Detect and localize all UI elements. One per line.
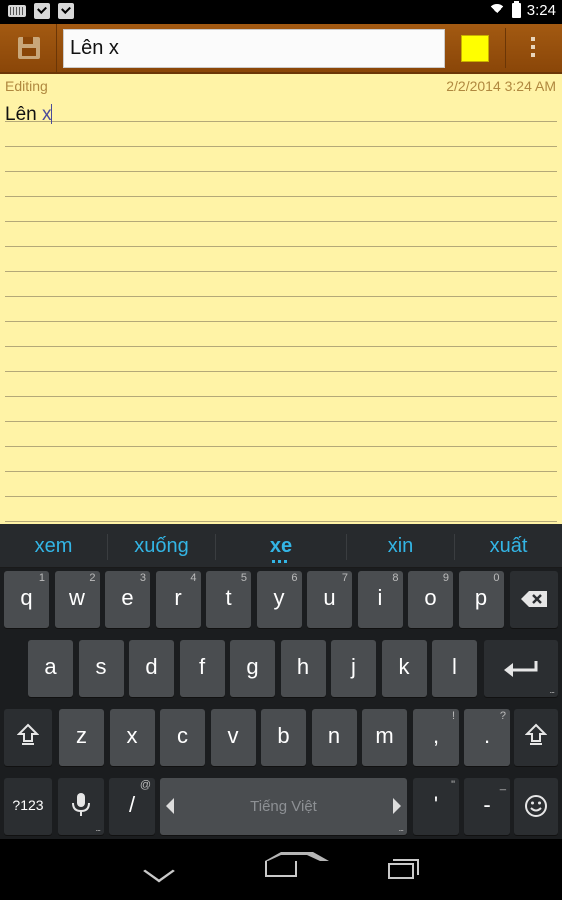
dash-key[interactable]: - _: [464, 778, 510, 835]
comma-key[interactable]: , !: [413, 709, 459, 766]
action-bar: [0, 24, 562, 74]
soft-keyboard: xem xuống xe xin xuất ... , ! . ? ?123 .…: [0, 524, 562, 839]
home-icon: [265, 852, 329, 877]
key-e[interactable]: e3: [105, 571, 150, 628]
recent-apps-icon: [388, 859, 419, 879]
suggestion-item[interactable]: xem: [0, 524, 107, 568]
key-m[interactable]: m: [362, 709, 407, 766]
overflow-menu-icon[interactable]: [520, 34, 546, 64]
checkbox-icon: [58, 3, 74, 19]
key-x[interactable]: x: [109, 709, 155, 766]
key-n[interactable]: n: [311, 709, 357, 766]
key-a[interactable]: a: [28, 640, 73, 697]
key-f[interactable]: f: [179, 640, 225, 697]
note-datetime: 2/2/2014 3:24 AM: [446, 78, 556, 94]
shift-key-left[interactable]: [4, 709, 52, 766]
key-v[interactable]: v: [210, 709, 256, 766]
key-q[interactable]: q1: [4, 571, 49, 628]
key-c[interactable]: c: [160, 709, 205, 766]
key-p[interactable]: p0: [458, 571, 504, 628]
note-title-input[interactable]: [63, 29, 445, 68]
voice-input-key[interactable]: ...: [58, 778, 104, 835]
backspace-icon: [521, 591, 547, 607]
suggestion-item[interactable]: xin: [347, 524, 454, 568]
note-editor[interactable]: Editing 2/2/2014 3:24 AM Lên x: [0, 74, 562, 524]
clock: 3:24: [526, 2, 556, 19]
key-u[interactable]: u7: [307, 571, 352, 628]
period-key[interactable]: . ?: [464, 709, 510, 766]
key-k[interactable]: k: [381, 640, 427, 697]
chevron-right-icon: [393, 798, 401, 814]
backspace-key[interactable]: [510, 571, 558, 628]
back-button[interactable]: [133, 853, 193, 885]
enter-key[interactable]: ...: [484, 640, 558, 697]
keyboard-icon: [8, 5, 26, 17]
checkbox-icon: [34, 3, 50, 19]
floppy-disk-icon: [18, 37, 40, 59]
key-d[interactable]: d: [129, 640, 174, 697]
suggestion-item[interactable]: xuất: [455, 524, 562, 568]
composing-text: x: [41, 104, 52, 125]
suggestion-item[interactable]: xuống: [108, 524, 215, 568]
key-j[interactable]: j: [331, 640, 376, 697]
navigation-bar: [0, 839, 562, 900]
key-l[interactable]: l: [432, 640, 477, 697]
key-o[interactable]: o9: [408, 571, 453, 628]
key-w[interactable]: w2: [54, 571, 100, 628]
shift-icon: [17, 723, 39, 745]
microphone-icon: [72, 793, 90, 816]
key-b[interactable]: b: [261, 709, 306, 766]
key-t[interactable]: t5: [206, 571, 251, 628]
back-icon: [143, 859, 175, 883]
emoji-key[interactable]: [514, 778, 558, 835]
key-r[interactable]: r4: [155, 571, 201, 628]
home-button[interactable]: [251, 852, 329, 885]
space-key[interactable]: Tiếng Việt ...: [160, 778, 407, 835]
suggestion-strip: xem xuống xe xin xuất: [0, 524, 562, 568]
battery-icon: [511, 1, 521, 18]
note-body-text[interactable]: Lên x: [5, 104, 53, 126]
wifi-icon: [487, 3, 506, 18]
emoji-icon: [525, 795, 547, 817]
key-g[interactable]: g: [230, 640, 275, 697]
symbols-key[interactable]: ?123: [4, 778, 52, 835]
recent-apps-button[interactable]: [370, 853, 430, 885]
text-cursor: [51, 104, 53, 124]
ruled-lines: [5, 97, 557, 524]
note-color-button[interactable]: [461, 35, 489, 62]
editing-status: Editing: [5, 78, 48, 94]
apostrophe-key[interactable]: ' ": [413, 778, 459, 835]
key-h[interactable]: h: [280, 640, 326, 697]
key-y[interactable]: y6: [256, 571, 302, 628]
slash-key[interactable]: / @: [109, 778, 155, 835]
key-s[interactable]: s: [78, 640, 124, 697]
key-i[interactable]: i8: [357, 571, 403, 628]
shift-icon: [525, 723, 547, 745]
save-button[interactable]: [0, 24, 57, 72]
enter-icon: [504, 661, 538, 677]
key-z[interactable]: z: [59, 709, 104, 766]
status-bar: 3:24: [0, 0, 562, 24]
more-suggestions-indicator: [272, 560, 290, 563]
divider: [505, 28, 506, 68]
shift-key-right[interactable]: [514, 709, 558, 766]
